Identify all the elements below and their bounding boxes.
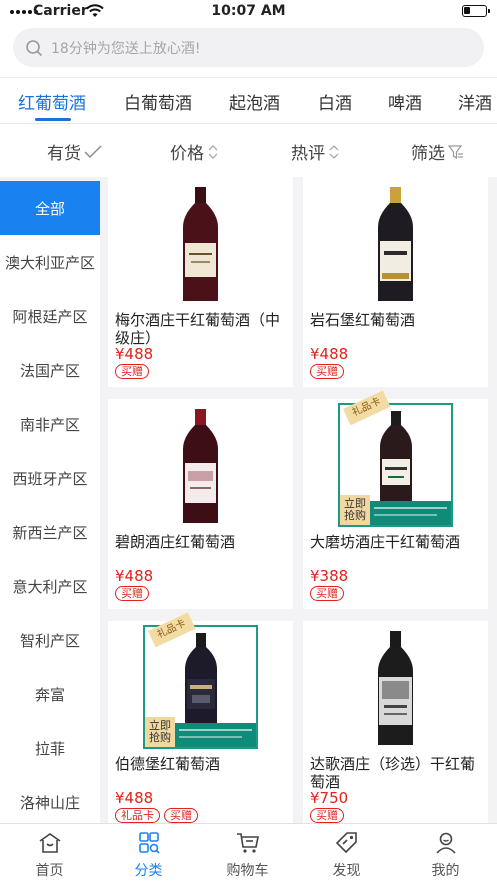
sidebar-item-penfolds[interactable]: 奔富 <box>0 667 100 721</box>
tab-discover[interactable]: 发现 <box>297 824 396 883</box>
product-price: ¥750 <box>310 789 349 807</box>
gift-promo-tag: 买赠 <box>310 586 344 601</box>
sidebar-item-spain[interactable]: 西班牙产区 <box>0 451 100 505</box>
sidebar-item-france[interactable]: 法国产区 <box>0 343 100 397</box>
buy-now-badge[interactable]: 立即抢购 <box>340 495 370 525</box>
search-header: 18分钟为您送上放心酒! <box>0 24 497 78</box>
home-icon <box>39 833 61 853</box>
filter-label: 筛选 <box>411 144 445 164</box>
wine-bottle-image <box>183 409 218 523</box>
sort-rating[interactable]: 热评 <box>291 139 340 164</box>
tab-profile[interactable]: 我的 <box>396 824 495 883</box>
sort-price-label: 价格 <box>170 144 204 164</box>
discover-tag-icon <box>335 832 357 854</box>
gift-promo-tag: 买赠 <box>310 364 344 379</box>
gift-promo-tag: 买赠 <box>115 586 149 601</box>
gift-card-tag: 礼品卡 <box>115 808 160 823</box>
status-bar: Carrier 10:07 AM <box>0 0 497 24</box>
search-input[interactable]: 18分钟为您送上放心酒! <box>13 28 484 67</box>
sort-price[interactable]: 价格 <box>170 139 219 164</box>
tab-discover-label: 发现 <box>332 863 361 879</box>
tab-cart[interactable]: 购物车 <box>198 824 297 883</box>
buy-now-badge[interactable]: 立即抢购 <box>145 717 175 747</box>
gift-card-banner <box>370 501 451 525</box>
sort-bar: 有货 价格 热评 筛选 <box>0 124 497 177</box>
product-name: 伯德堡红葡萄酒 <box>115 755 221 773</box>
check-icon <box>84 145 102 158</box>
sort-arrows-icon <box>208 144 218 159</box>
search-icon <box>26 39 43 56</box>
wine-bottle-image <box>183 187 218 301</box>
sidebar-item-chile[interactable]: 智利产区 <box>0 613 100 667</box>
sort-arrows-icon <box>329 144 339 159</box>
tab-red-wine[interactable]: 红葡萄酒 <box>18 89 86 114</box>
gift-card-frame: 礼品卡 立即抢购 <box>143 612 258 749</box>
sidebar-item-italy[interactable]: 意大利产区 <box>0 559 100 613</box>
filter-button[interactable]: 筛选 <box>411 139 464 164</box>
clock: 10:07 AM <box>211 3 286 19</box>
category-icon <box>139 832 160 854</box>
cart-icon <box>237 833 259 853</box>
tab-category-label: 分类 <box>134 863 163 879</box>
product-card[interactable]: 岩石堡红葡萄酒 ¥488 买赠 <box>303 177 488 387</box>
product-price: ¥388 <box>310 567 349 585</box>
product-name: 岩石堡红葡萄酒 <box>310 311 416 329</box>
gift-card-banner <box>175 723 256 747</box>
wine-bottle-image <box>378 631 413 745</box>
product-price: ¥488 <box>115 789 154 807</box>
product-name: 梅尔酒庄干红葡萄酒（中级庄） <box>115 311 281 347</box>
product-card[interactable]: 梅尔酒庄干红葡萄酒（中级庄） ¥488 买赠 <box>108 177 293 387</box>
sidebar-item-lafite[interactable]: 拉菲 <box>0 721 100 775</box>
sidebar-item-argentina[interactable]: 阿根廷产区 <box>0 289 100 343</box>
product-grid: 梅尔酒庄干红葡萄酒（中级庄） ¥488 买赠 岩石堡红葡萄酒 ¥488 买赠 碧… <box>100 177 497 823</box>
tab-sparkling[interactable]: 起泡酒 <box>229 89 280 114</box>
product-name: 碧朗酒庄红葡萄酒 <box>115 533 236 551</box>
tab-category[interactable]: 分类 <box>99 824 198 883</box>
product-price: ¥488 <box>115 345 154 363</box>
sidebar-item-south-africa[interactable]: 南非产区 <box>0 397 100 451</box>
wine-bottle-image <box>378 187 413 301</box>
battery-icon <box>462 5 490 17</box>
product-price: ¥488 <box>115 567 154 585</box>
active-tab-indicator <box>35 118 71 121</box>
sidebar-item-new-zealand[interactable]: 新西兰产区 <box>0 505 100 559</box>
tab-home-label: 首页 <box>35 863 64 879</box>
product-name: 达歌酒庄（珍选）干红葡萄酒 <box>310 755 476 791</box>
sort-in-stock[interactable]: 有货 <box>47 139 102 164</box>
category-tabs: 红葡萄酒 白葡萄酒 起泡酒 白酒 啤酒 洋酒 <box>0 78 497 124</box>
gift-promo-tag: 买赠 <box>164 808 198 823</box>
search-placeholder: 18分钟为您送上放心酒! <box>51 40 201 57</box>
profile-icon <box>436 832 456 854</box>
sidebar-item-all[interactable]: 全部 <box>0 181 100 235</box>
tab-spirits[interactable]: 洋酒 <box>458 89 492 114</box>
gift-promo-tag: 买赠 <box>310 808 344 823</box>
tab-home[interactable]: 首页 <box>0 824 99 883</box>
sort-rating-label: 热评 <box>291 144 325 164</box>
tab-baijiu[interactable]: 白酒 <box>318 89 352 114</box>
gift-promo-tag: 买赠 <box>115 364 149 379</box>
product-name: 大磨坊酒庄干红葡萄酒 <box>310 533 461 551</box>
tab-cart-label: 购物车 <box>226 863 269 879</box>
filter-icon <box>448 144 463 159</box>
region-sidebar: 全部 澳大利亚产区 阿根廷产区 法国产区 南非产区 西班牙产区 新西兰产区 意大… <box>0 181 100 823</box>
product-card[interactable]: 碧朗酒庄红葡萄酒 ¥488 买赠 <box>108 399 293 609</box>
product-card[interactable]: 达歌酒庄（珍选）干红葡萄酒 ¥750 买赠 <box>303 621 488 823</box>
sort-in-stock-label: 有货 <box>47 144 81 164</box>
product-card[interactable]: 礼品卡 立即抢购 伯德堡红葡萄酒 ¥488 礼品卡 买赠 <box>108 612 293 823</box>
product-price: ¥488 <box>310 345 349 363</box>
gift-card-frame: 礼品卡 立即抢购 <box>338 390 453 527</box>
bottom-tab-bar: 首页 分类 购物车 发现 我的 <box>0 823 497 883</box>
sidebar-item-australia[interactable]: 澳大利亚产区 <box>0 235 100 289</box>
tab-beer[interactable]: 啤酒 <box>388 89 422 114</box>
sidebar-item-rosemount[interactable]: 洛神山庄 <box>0 775 100 823</box>
tab-profile-label: 我的 <box>431 863 460 879</box>
tab-white-wine[interactable]: 白葡萄酒 <box>124 89 192 114</box>
product-card[interactable]: 礼品卡 立即抢购 大磨坊酒庄干红葡萄酒 ¥388 买赠 <box>303 390 488 609</box>
